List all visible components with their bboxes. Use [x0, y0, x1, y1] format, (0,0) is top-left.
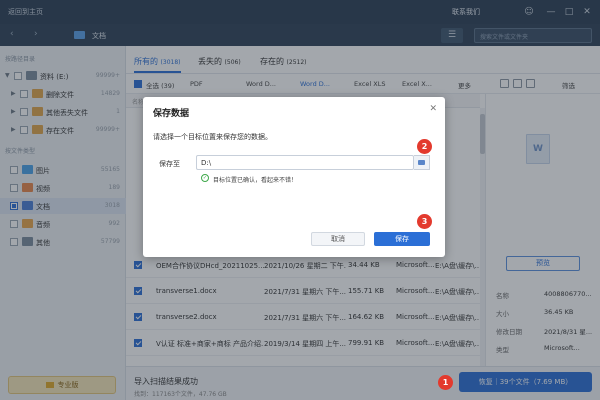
check-icon: ✓: [201, 174, 209, 182]
save-to-label: 保存至: [159, 160, 180, 168]
browse-folder-icon[interactable]: [414, 155, 430, 170]
step-badge-2: 2: [417, 139, 432, 154]
save-button[interactable]: 保存: [374, 232, 430, 246]
confirm-text: 目标位置已确认，看起来不错！: [213, 177, 298, 184]
dialog-title: 保存数据: [153, 109, 190, 119]
cancel-button[interactable]: 取消: [311, 232, 365, 246]
save-data-dialog: 保存数据 ✕ 请选择一个目标位置来保存您的数据。 保存至 D:\ ✓ 目标位置已…: [143, 97, 445, 257]
step-badge-3: 3: [417, 214, 432, 229]
save-path-input[interactable]: D:\: [196, 155, 414, 170]
dialog-description: 请选择一个目标位置来保存您的数据。: [153, 133, 272, 141]
close-icon[interactable]: ✕: [429, 104, 437, 114]
step-badge-1: 1: [438, 375, 453, 390]
